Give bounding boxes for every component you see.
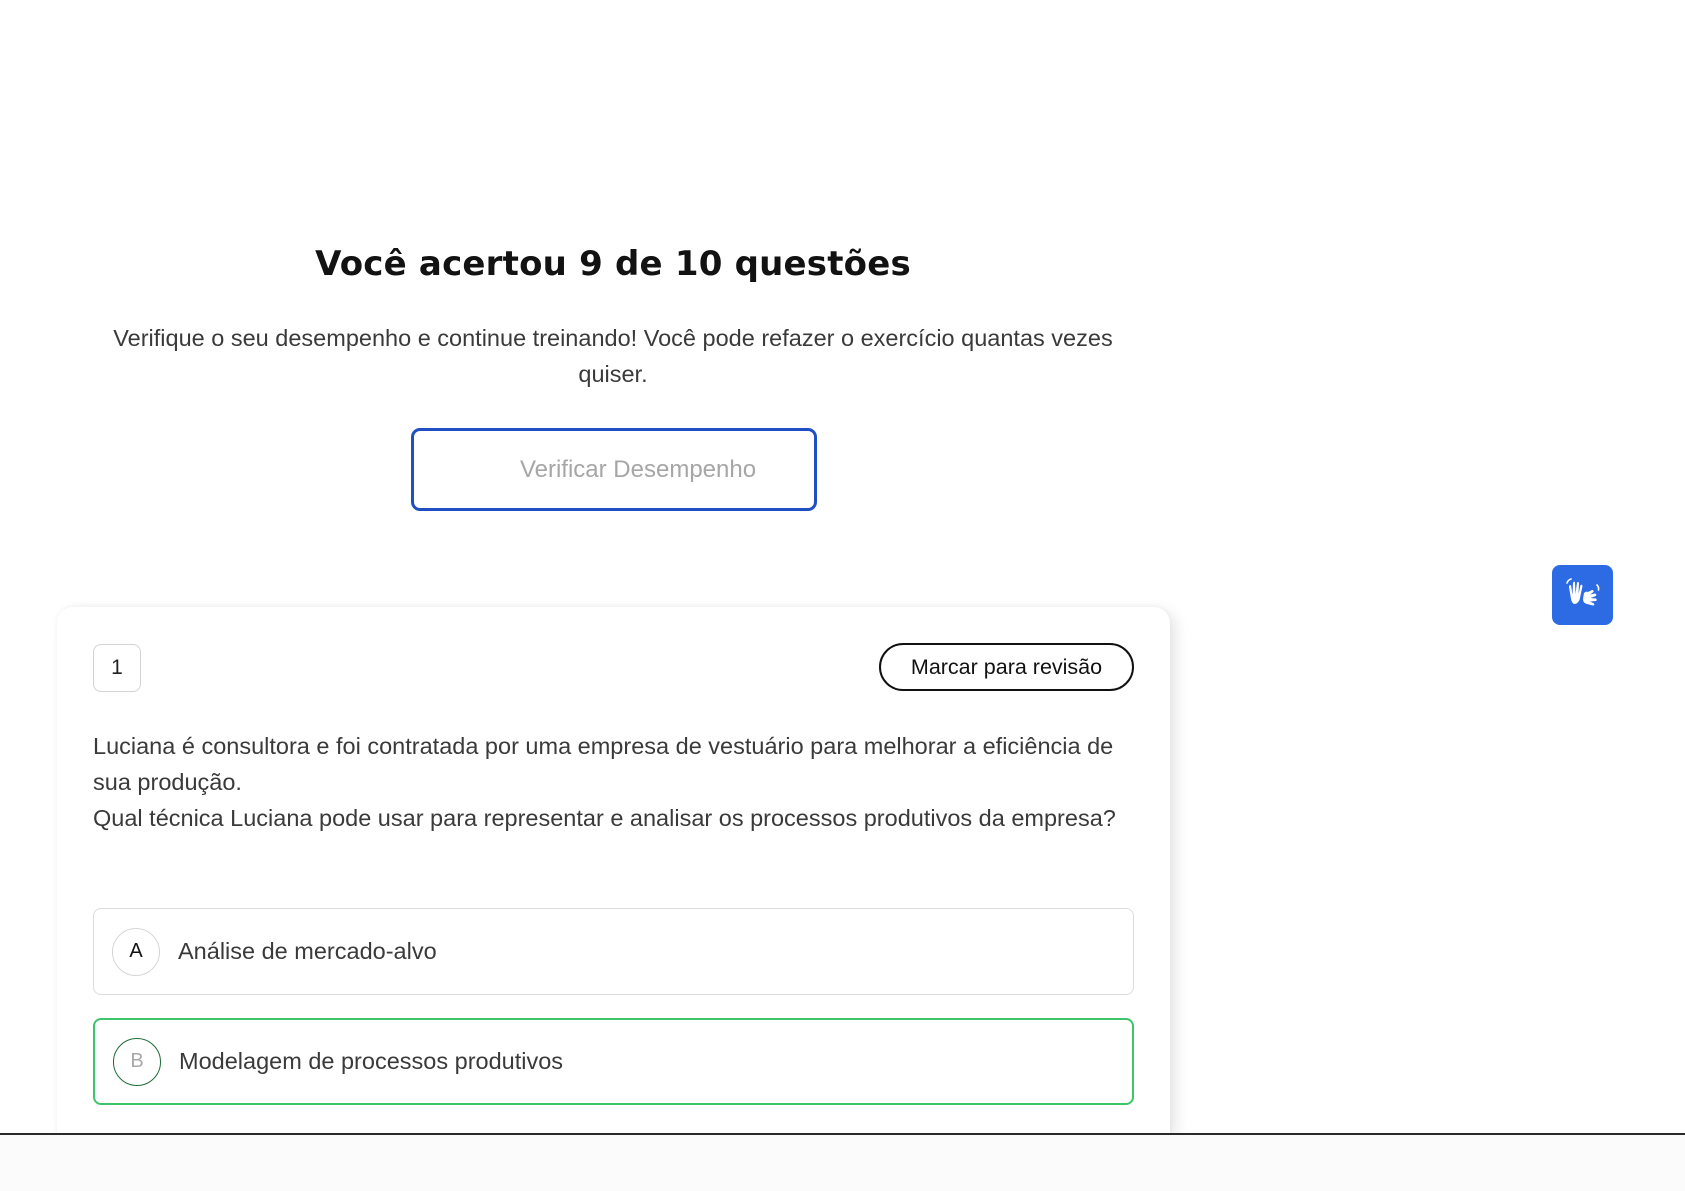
- option-letter: A: [112, 927, 160, 976]
- mark-for-review-label: Marcar para revisão: [910, 654, 1103, 679]
- option-text: Modelagem de processos produtivos: [179, 1048, 564, 1074]
- verify-performance-button[interactable]: Verificar Desempenho: [411, 428, 817, 511]
- verify-performance-label: Verificar Desempenho: [519, 455, 757, 483]
- question-card: 1 Marcar para revisão Luciana é consulto…: [57, 607, 1170, 1134]
- question-context: Luciana é consultora e foi contratada po…: [93, 733, 1114, 795]
- question-statement: Luciana é consultora e foi contratada po…: [93, 728, 1143, 836]
- question-prompt: Qual técnica Luciana pode usar para repr…: [93, 805, 1116, 831]
- option-letter: B: [113, 1037, 161, 1086]
- answer-option-a[interactable]: A Análise de mercado-alvo: [93, 908, 1134, 995]
- option-text: Análise de mercado-alvo: [178, 938, 437, 964]
- result-title: Você acertou 9 de 10 questões: [315, 244, 911, 284]
- sign-language-button[interactable]: [1552, 565, 1613, 625]
- mark-for-review-button[interactable]: Marcar para revisão: [879, 643, 1134, 691]
- sign-language-hands-icon: [1565, 578, 1599, 606]
- result-description: Verifique o seu desempenho e continue tr…: [113, 325, 1113, 387]
- question-number-badge: 1: [93, 644, 141, 692]
- bottom-bar: [0, 1133, 1685, 1191]
- page: Você acertou 9 de 10 questões Verifique …: [0, 0, 1685, 1191]
- answer-option-b[interactable]: B Modelagem de processos produtivos: [93, 1018, 1134, 1105]
